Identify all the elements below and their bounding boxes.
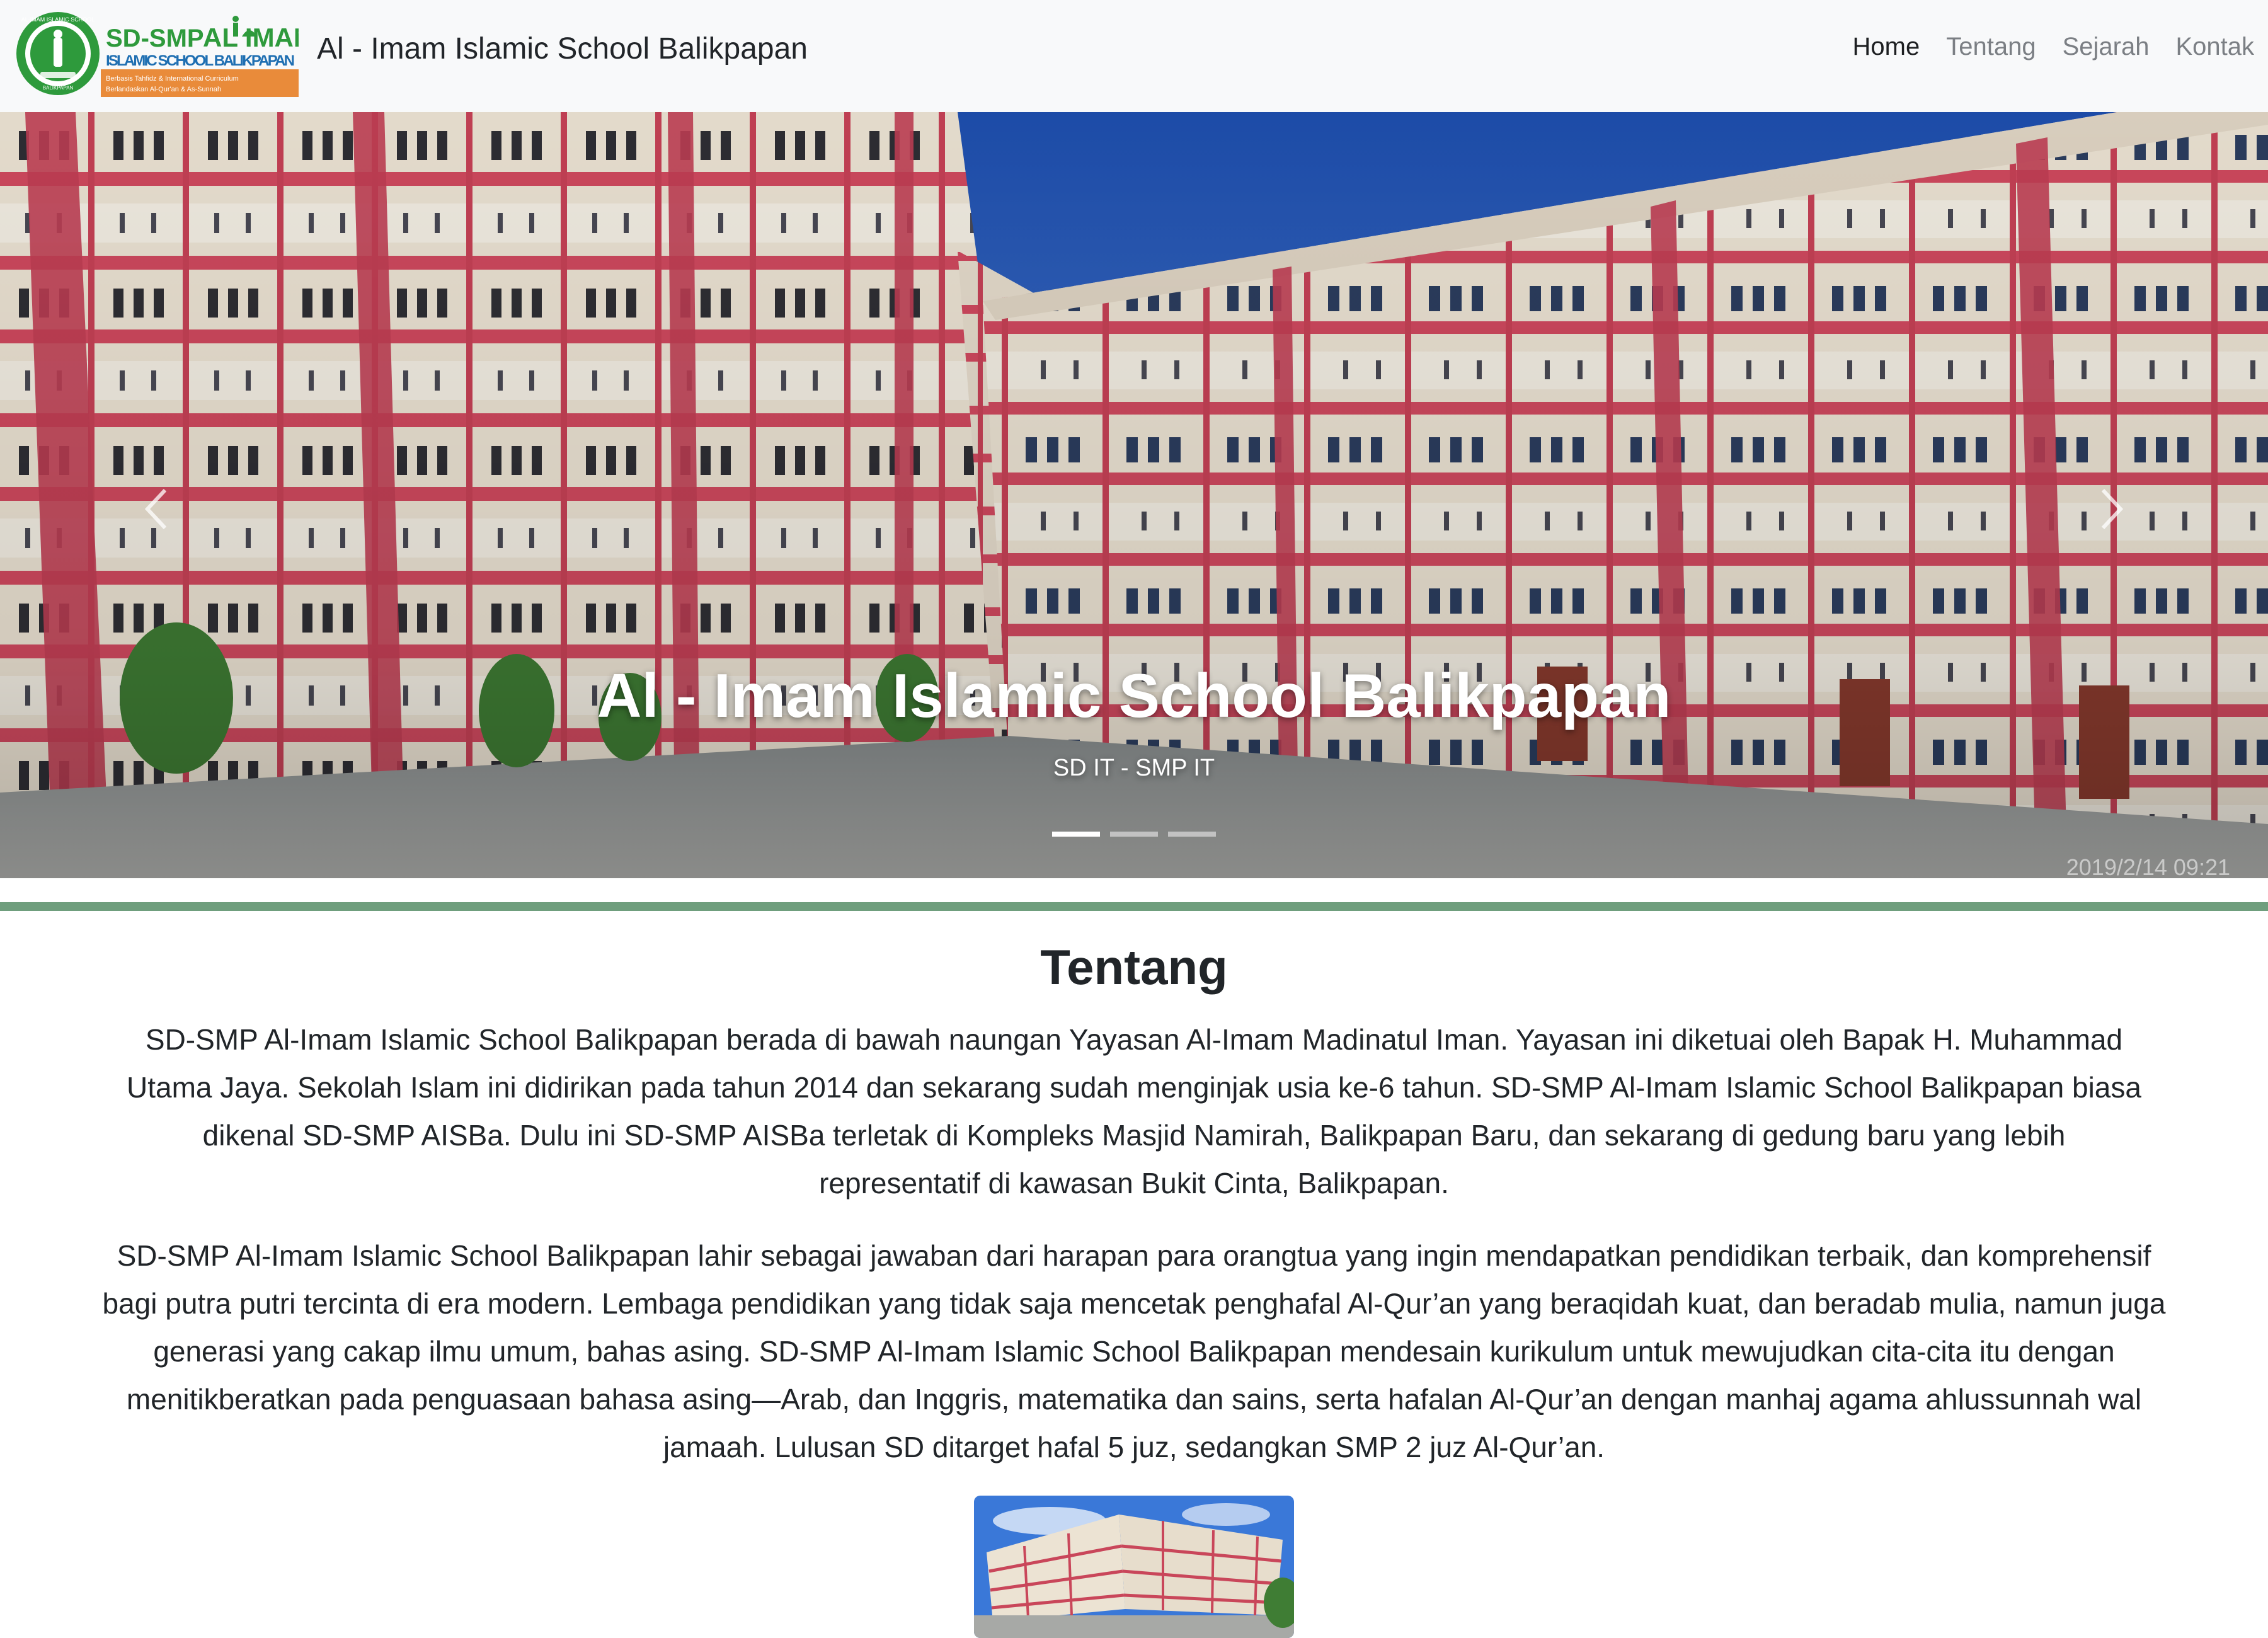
chevron-right-icon — [2101, 488, 2124, 530]
svg-text:Berbasis Tahfidz & Internation: Berbasis Tahfidz & International Curricu… — [106, 75, 239, 83]
main-nav: Home Tentang Sejarah Kontak — [1826, 33, 2254, 61]
nav-link-tentang[interactable]: Tentang — [1946, 33, 2036, 61]
school-building-thumbnail-image — [974, 1496, 1294, 1638]
nav-link-sejarah[interactable]: Sejarah — [2063, 33, 2150, 61]
photo-timestamp: 2019/2/14 09:21 — [2066, 854, 2230, 878]
svg-text:AL-IMAM ISLAMIC SCHOOL: AL-IMAM ISLAMIC SCHOOL — [21, 16, 95, 23]
carousel-indicator-1[interactable] — [1052, 832, 1100, 837]
about-paragraph-1: SD-SMP Al-Imam Islamic School Balikpapan… — [127, 1023, 2141, 1200]
carousel-prev-button[interactable] — [120, 471, 195, 547]
svg-text:Berlandaskan Al-Qur'an & As-Su: Berlandaskan Al-Qur'an & As-Sunnah — [106, 86, 221, 93]
nav-link-kontak[interactable]: Kontak — [2175, 33, 2254, 61]
school-seal-icon: AL-IMAM ISLAMIC SCHOOL BALIKPAPAN — [16, 12, 100, 95]
svg-text:BALIKPAPAN: BALIKPAPAN — [43, 85, 74, 91]
school-building-thumbnail[interactable] — [974, 1496, 1294, 1638]
about-heading: Tentang — [1040, 939, 1228, 995]
school-logo[interactable]: AL-IMAM ISLAMIC SCHOOL BALIKPAPAN SD-SMP… — [14, 9, 299, 98]
carousel-next-button[interactable] — [2073, 471, 2148, 547]
carousel-indicators — [0, 832, 2268, 837]
svg-text:ISLAMIC SCHOOL BALIKPAPAN: ISLAMIC SCHOOL BALIKPAPAN — [106, 52, 295, 69]
nav-link-home[interactable]: Home — [1853, 33, 1920, 61]
carousel-caption-subtitle: SD IT - SMP IT — [1053, 755, 1215, 781]
about-paragraph-2: SD-SMP Al-Imam Islamic School Balikpapan… — [102, 1239, 2166, 1463]
svg-text:SD-SMP: SD-SMP — [106, 25, 204, 52]
carousel-indicator-2[interactable] — [1110, 832, 1158, 837]
carousel-indicator-3[interactable] — [1168, 832, 1216, 837]
carousel-caption-title: Al - Imam Islamic School Balikpapan — [597, 661, 1671, 730]
chevron-left-icon — [144, 488, 167, 530]
svg-text:AL IMAM: AL IMAM — [203, 23, 299, 52]
site-brand-title[interactable]: Al - Imam Islamic School Balikpapan — [317, 32, 808, 66]
hero-carousel: Al - Imam Islamic School Balikpapan SD I… — [0, 112, 2268, 878]
section-divider — [0, 902, 2268, 911]
navbar: AL-IMAM ISLAMIC SCHOOL BALIKPAPAN SD-SMP… — [0, 0, 2268, 112]
